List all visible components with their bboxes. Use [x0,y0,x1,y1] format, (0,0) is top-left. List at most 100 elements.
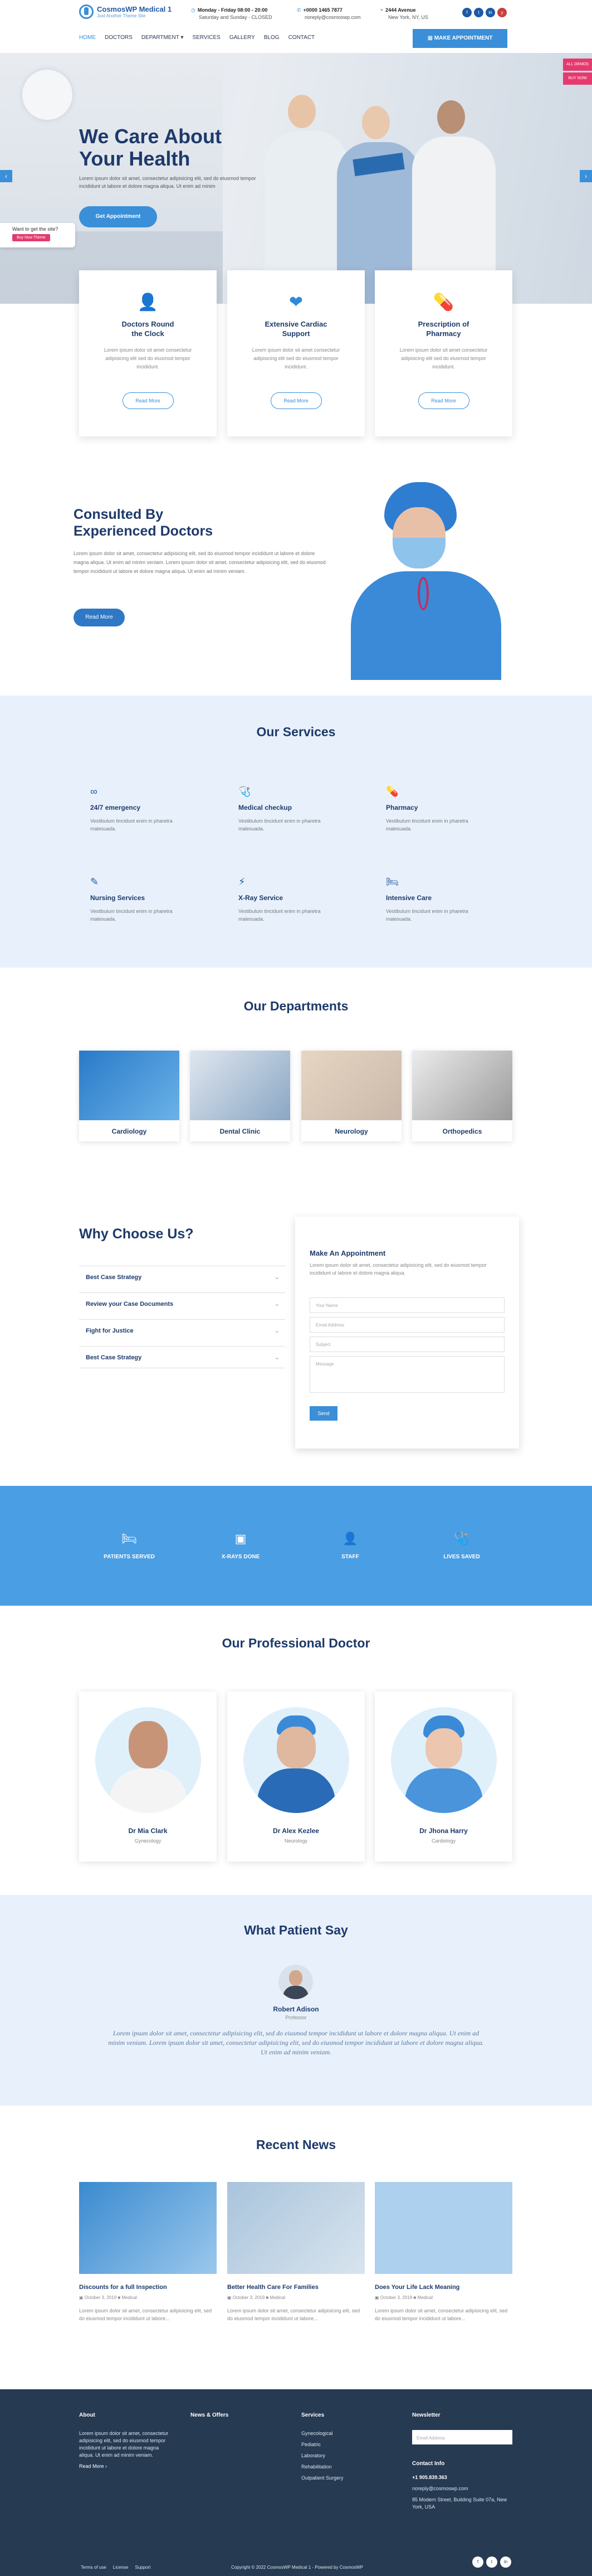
subject-field[interactable]: Subject [310,1336,505,1352]
get-appointment-button[interactable]: Get Appointment [79,206,157,227]
patient-avatar [278,1965,313,1999]
footer-newsletter-title: Newsletter [412,2412,441,2418]
footer-email[interactable]: noreply@cosmoswp.com [412,2485,512,2492]
facebook-icon[interactable]: f [472,2556,483,2568]
news-headline[interactable]: Discounts for a full Inspection [79,2284,217,2291]
calendar-icon: ▣ [79,2295,85,2300]
name-field[interactable]: Your Name [310,1297,505,1313]
news-excerpt: Lorem ipsum dolor sit amet, consectetur … [375,2308,508,2321]
nav-doctors[interactable]: DOCTORS [105,35,133,41]
nav-contact[interactable]: CONTACT [288,35,315,41]
all-demos-tab[interactable]: ALL DEMOS [563,59,592,71]
hero-title: We Care About Your Health [79,125,222,170]
buy-theme-button[interactable]: Buy Now Theme [12,234,50,241]
patient-name: Robert Adison [273,2005,319,2013]
footer-read-more-link[interactable]: Read More › [79,2463,174,2470]
calendar-icon: ▣ [375,2295,380,2300]
news-headline[interactable]: Does Your Life Lack Meaning [375,2284,512,2291]
nav-services[interactable]: SERVICES [192,35,220,41]
facebook-icon[interactable]: f [462,8,472,17]
doctor-name: Dr Alex Kezlee [273,1827,319,1835]
calendar-icon: ▦ [427,35,434,41]
youtube-icon[interactable]: y [497,8,507,17]
slider-prev-arrow[interactable]: ‹ [0,170,12,182]
phone-sub: noreply@cosmoswp.com [305,14,361,20]
department-name: Cardiology [111,1127,147,1135]
department-card[interactable]: Dental Clinic [190,1051,290,1141]
stat-item: ▣ X-RAYS DONE [199,1532,282,1560]
doctor-name: Dr Mia Clark [128,1827,168,1835]
accordion-item[interactable]: Best Case Strategy ⌄ [79,1266,285,1288]
linkedin-icon[interactable]: in [500,2556,511,2568]
logo[interactable]: CosmosWP Medical 1 Just Another Theme Si… [79,4,172,19]
service-text: Vestibulum tincidunt enim in pharetra ma… [90,818,173,832]
department-card[interactable]: Cardiology [79,1051,179,1141]
feature-title-line: Support [282,329,310,338]
stat-label: X-RAYS DONE [221,1554,260,1560]
service-title: X-Ray Service [238,894,283,902]
news-headline[interactable]: Better Health Care For Families [227,2284,365,2291]
read-more-button[interactable]: Read More [122,392,174,409]
stethoscope-icon: 🩺 [454,1532,469,1545]
consulted-read-more-button[interactable]: Read More [74,609,125,626]
linkedin-icon[interactable]: in [486,8,495,17]
buy-now-tab[interactable]: BUY NOW [563,72,592,85]
footer-services-title: Services [301,2412,325,2418]
make-appointment-button[interactable]: ▦ MAKE APPOINTMENT [413,29,507,48]
accordion-label: Fight for Justice [86,1328,134,1334]
slider-next-arrow[interactable]: › [580,170,592,182]
hours-info: ◷ Monday - Friday 08:00 - 20:00 Saturday a… [191,7,272,21]
news-card[interactable]: Discounts for a full Inspection ▣ October… [79,2182,217,2322]
footer-service-link[interactable]: Laboratory [301,2452,344,2460]
news-card[interactable]: Better Health Care For Families ▣ October… [227,2182,365,2322]
pills-icon: 💊 [433,293,454,312]
nav-gallery[interactable]: GALLERY [229,35,255,41]
service-text: Vestibulum tincidunt enim in pharetra ma… [386,818,468,832]
read-more-button[interactable]: Read More [270,392,322,409]
department-card[interactable]: Orthopedics [412,1051,512,1141]
news-excerpt: Lorem ipsum dolor sit amet, consectetur … [79,2308,212,2321]
doctor-face [425,1728,462,1768]
doctor-card[interactable]: Dr Alex Kezlee Neurology [227,1692,365,1861]
support-link[interactable]: Support [135,2565,150,2570]
terms-link[interactable]: Terms of use [81,2565,106,2570]
bed-icon: 🛏 [386,876,399,887]
footer-service-link[interactable]: Outpatient Surgery [301,2475,344,2482]
logo-icon [79,4,94,19]
accordion-item[interactable]: Fight for Justice ⌄ [79,1319,285,1342]
nav-home[interactable]: HOME [79,35,96,41]
bed-icon: 🛏 [121,1532,137,1545]
send-button[interactable]: Send [310,1406,337,1421]
stat-item: 👤 STAFF [309,1532,392,1560]
news-card[interactable]: Does Your Life Lack Meaning ▣ October 3, … [375,2182,512,2322]
accordion-item[interactable]: Best Case Strategy ⌄ [79,1346,285,1368]
news-meta: ▣ October 3, 2019 ■ Medical [375,2295,512,2300]
department-card[interactable]: Neurology [301,1051,402,1141]
services-title: Our Services [256,725,336,739]
message-field[interactable]: Message [310,1356,505,1393]
twitter-icon[interactable]: t [474,8,483,17]
service-text: Vestibulum tincidunt enim in pharetra ma… [238,818,321,832]
consulted-title-line: Experienced Doctors [74,523,213,539]
nurse-image [345,482,507,680]
appointment-form-title: Make An Appointment [310,1249,386,1257]
twitter-icon[interactable]: t [486,2556,497,2568]
footer-service-link[interactable]: Rehabilitation [301,2463,344,2471]
doctor-gown [404,1768,483,1813]
testimonial-quote: Lorem ipsum dolor sit amet, consectetur … [108,2029,484,2056]
nav-blog[interactable]: BLOG [264,35,280,41]
accordion-item[interactable]: Review your Case Documents ⌄ [79,1292,285,1315]
read-more-button[interactable]: Read More [418,392,469,409]
nav-department[interactable]: DEPARTMENT ▾ [141,35,184,41]
hero-text: Lorem ipsum dolor sit amet, consectetur … [79,176,256,189]
doctor-card[interactable]: Dr Jhona Harry Cardiology [375,1692,512,1861]
footer-service-link[interactable]: Pediatric [301,2441,344,2448]
footer-service-link[interactable]: Gynecological [301,2430,344,2437]
newsletter-email-input[interactable]: Email Address [412,2430,512,2444]
footer-about: About Lorem ipsum dolor sit amet, consect… [79,2412,174,2474]
chevron-down-icon: ⌄ [274,1274,280,1281]
license-link[interactable]: License [113,2565,129,2570]
footer-news-title: News & Offers [190,2412,229,2418]
email-field[interactable]: Email Address [310,1317,505,1333]
doctor-card[interactable]: Dr Mia Clark Gynecology [79,1692,217,1861]
